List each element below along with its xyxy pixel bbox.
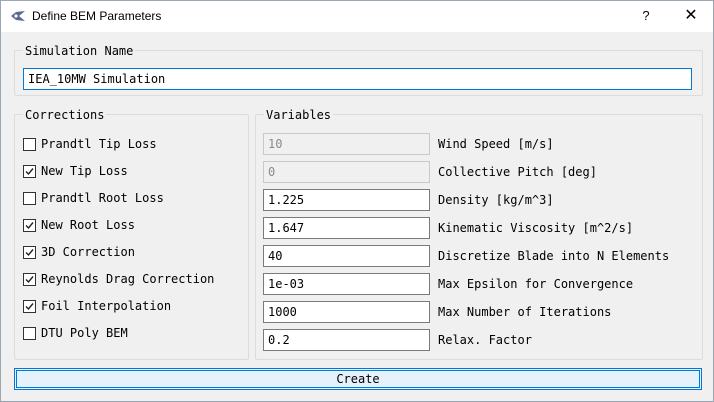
correction-checkbox[interactable]: DTU Poly BEM <box>23 326 238 342</box>
correction-label: New Tip Loss <box>41 164 128 178</box>
variable-label: Relax. Factor <box>438 333 532 347</box>
variable-input[interactable]: 1e-03 <box>263 273 430 295</box>
variable-input[interactable]: 1.225 <box>263 189 430 211</box>
create-button[interactable]: Create <box>14 368 702 390</box>
correction-checkbox[interactable]: Prandtl Tip Loss <box>23 137 238 153</box>
help-button[interactable]: ? <box>631 4 661 28</box>
variable-input[interactable]: 1.647 <box>263 217 430 239</box>
bem-parameters-dialog: Define BEM Parameters ? ✕ Simulation Nam… <box>0 0 714 402</box>
variables-group-title: Variables <box>264 108 334 122</box>
check-icon <box>25 276 34 284</box>
close-icon: ✕ <box>684 7 698 24</box>
variable-label: Discretize Blade into N Elements <box>438 249 670 263</box>
checkbox-box[interactable] <box>23 165 36 178</box>
variable-label: Max Number of Iterations <box>438 305 612 319</box>
checkbox-box[interactable] <box>23 300 36 313</box>
correction-checkbox[interactable]: New Root Loss <box>23 218 238 234</box>
variable-label: Kinematic Viscosity [m^2/s] <box>438 221 634 235</box>
variable-label: Density [kg/m^3] <box>438 193 554 207</box>
checkbox-box[interactable] <box>23 246 36 259</box>
correction-label: Prandtl Root Loss <box>41 191 164 205</box>
checkbox-box[interactable] <box>23 219 36 232</box>
variable-label: Wind Speed [m/s] <box>438 137 554 151</box>
variable-input[interactable]: 0.2 <box>263 329 430 351</box>
variable-label: Max Epsilon for Convergence <box>438 277 634 291</box>
check-icon <box>25 168 34 176</box>
close-button[interactable]: ✕ <box>673 4 709 28</box>
check-icon <box>25 249 34 257</box>
variable-label: Collective Pitch [deg] <box>438 165 597 179</box>
correction-label: DTU Poly BEM <box>41 326 128 340</box>
variable-input[interactable]: 40 <box>263 245 430 267</box>
simulation-name-group-title: Simulation Name <box>23 44 136 58</box>
check-icon <box>25 303 34 311</box>
checkbox-box[interactable] <box>23 138 36 151</box>
variable-input[interactable]: 1000 <box>263 301 430 323</box>
corrections-group-title: Corrections <box>23 108 107 122</box>
correction-checkbox[interactable]: 3D Correction <box>23 245 238 261</box>
app-icon <box>10 10 26 22</box>
correction-label: Reynolds Drag Correction <box>41 272 215 286</box>
check-icon <box>25 222 34 230</box>
variable-input: 10 <box>263 133 430 155</box>
correction-label: Foil Interpolation <box>41 299 172 313</box>
window-title: Define BEM Parameters <box>32 9 162 23</box>
simulation-name-input[interactable]: IEA_10MW Simulation <box>23 68 692 90</box>
correction-checkbox[interactable]: New Tip Loss <box>23 164 238 180</box>
checkbox-box[interactable] <box>23 327 36 340</box>
correction-checkbox[interactable]: Reynolds Drag Correction <box>23 272 238 288</box>
correction-label: New Root Loss <box>41 218 135 232</box>
correction-checkbox[interactable]: Foil Interpolation <box>23 299 238 315</box>
create-button-label: Create <box>336 372 380 386</box>
correction-label: Prandtl Tip Loss <box>41 137 157 151</box>
correction-checkbox[interactable]: Prandtl Root Loss <box>23 191 238 207</box>
variable-input: 0 <box>263 161 430 183</box>
correction-label: 3D Correction <box>41 245 135 259</box>
checkbox-box[interactable] <box>23 192 36 205</box>
title-bar[interactable]: Define BEM Parameters ? ✕ <box>1 1 713 32</box>
checkbox-box[interactable] <box>23 273 36 286</box>
